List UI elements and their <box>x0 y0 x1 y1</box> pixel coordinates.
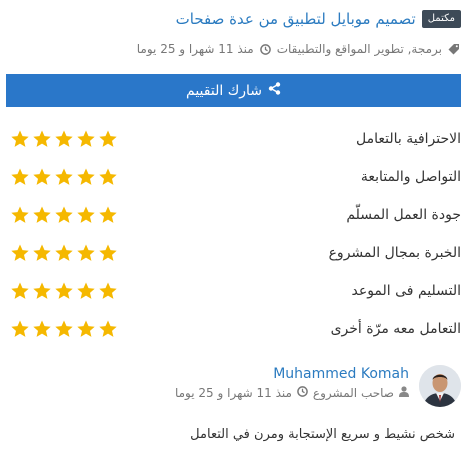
star-icon <box>11 244 29 261</box>
star-icon <box>33 168 51 185</box>
star-icon <box>99 282 117 299</box>
rating-label: الخبرة بمجال المشروع <box>328 245 461 261</box>
ratings-list: الاحترافية بالتعامل التواصل والمتابعة جو… <box>10 120 461 348</box>
rating-row: التواصل والمتابعة <box>10 158 461 196</box>
project-time: منذ 11 شهرا و 25 يوما <box>136 42 254 56</box>
star-icon <box>55 320 73 337</box>
star-rating <box>10 281 118 301</box>
review-header: Muhammed Komah صاحب المشروع منذ 11 شهرا … <box>9 365 461 407</box>
star-icon <box>55 206 73 223</box>
star-icon <box>33 244 51 261</box>
star-icon <box>77 282 95 299</box>
review-text: شخص نشيط و سريع الإستجابة ومرن في التعام… <box>190 427 455 442</box>
review-time: منذ 11 شهرا و 25 يوما <box>174 386 292 400</box>
share-rating-button[interactable]: شارك التقييم <box>6 74 461 107</box>
rating-label: التعامل معه مرّة أخرى <box>330 321 461 337</box>
star-icon <box>99 168 117 185</box>
star-icon <box>55 244 73 261</box>
share-icon <box>268 82 281 99</box>
star-rating <box>10 167 118 187</box>
rating-label: الاحترافية بالتعامل <box>355 131 461 147</box>
star-icon <box>55 282 73 299</box>
reviewer-info: Muhammed Komah صاحب المشروع منذ 11 شهرا … <box>175 365 409 400</box>
star-icon <box>11 130 29 147</box>
reviewer-name-link[interactable]: Muhammed Komah <box>175 366 409 382</box>
avatar[interactable] <box>419 365 461 407</box>
star-icon <box>55 130 73 147</box>
star-icon <box>77 244 95 261</box>
tags-icon <box>448 43 461 55</box>
review-card: Muhammed Komah صاحب المشروع منذ 11 شهرا … <box>9 365 461 442</box>
clock-icon <box>297 386 308 400</box>
rating-row: الخبرة بمجال المشروع <box>10 234 461 272</box>
reviewer-role: صاحب المشروع <box>312 386 394 400</box>
status-badge: مكتمل <box>421 10 461 28</box>
project-header: مكتمل تصميم موبايل لتطبيق من عدة صفحات <box>9 10 461 28</box>
star-icon <box>11 320 29 337</box>
star-icon <box>11 206 29 223</box>
star-icon <box>77 130 95 147</box>
rating-label: التسليم فى الموعد <box>351 283 462 299</box>
project-title-link[interactable]: تصميم موبايل لتطبيق من عدة صفحات <box>176 10 416 28</box>
star-icon <box>33 320 51 337</box>
star-icon <box>33 282 51 299</box>
rating-row: جودة العمل المسلّم <box>10 196 461 234</box>
share-label: شارك التقييم <box>186 82 262 99</box>
star-icon <box>11 282 29 299</box>
rating-row: التسليم فى الموعد <box>10 272 461 310</box>
star-icon <box>99 206 117 223</box>
rating-label: جودة العمل المسلّم <box>346 207 461 223</box>
star-icon <box>77 206 95 223</box>
rating-row: التعامل معه مرّة أخرى <box>10 310 461 348</box>
star-icon <box>99 244 117 261</box>
star-icon <box>11 168 29 185</box>
project-meta: برمجة, تطوير المواقع والتطبيقات منذ 11 ش… <box>9 42 461 56</box>
star-rating <box>10 129 118 149</box>
review-meta: صاحب المشروع منذ 11 شهرا و 25 يوما <box>175 386 409 400</box>
rating-label: التواصل والمتابعة <box>360 169 461 185</box>
star-rating <box>10 319 118 339</box>
star-icon <box>77 320 95 337</box>
rating-row: الاحترافية بالتعامل <box>10 120 461 158</box>
star-icon <box>55 168 73 185</box>
star-rating <box>10 243 118 263</box>
user-icon <box>399 386 409 400</box>
star-icon <box>99 130 117 147</box>
star-rating <box>10 205 118 225</box>
project-category: برمجة, تطوير المواقع والتطبيقات <box>276 42 442 56</box>
clock-icon <box>259 43 271 55</box>
star-icon <box>33 206 51 223</box>
star-icon <box>99 320 117 337</box>
star-icon <box>33 130 51 147</box>
star-icon <box>77 168 95 185</box>
